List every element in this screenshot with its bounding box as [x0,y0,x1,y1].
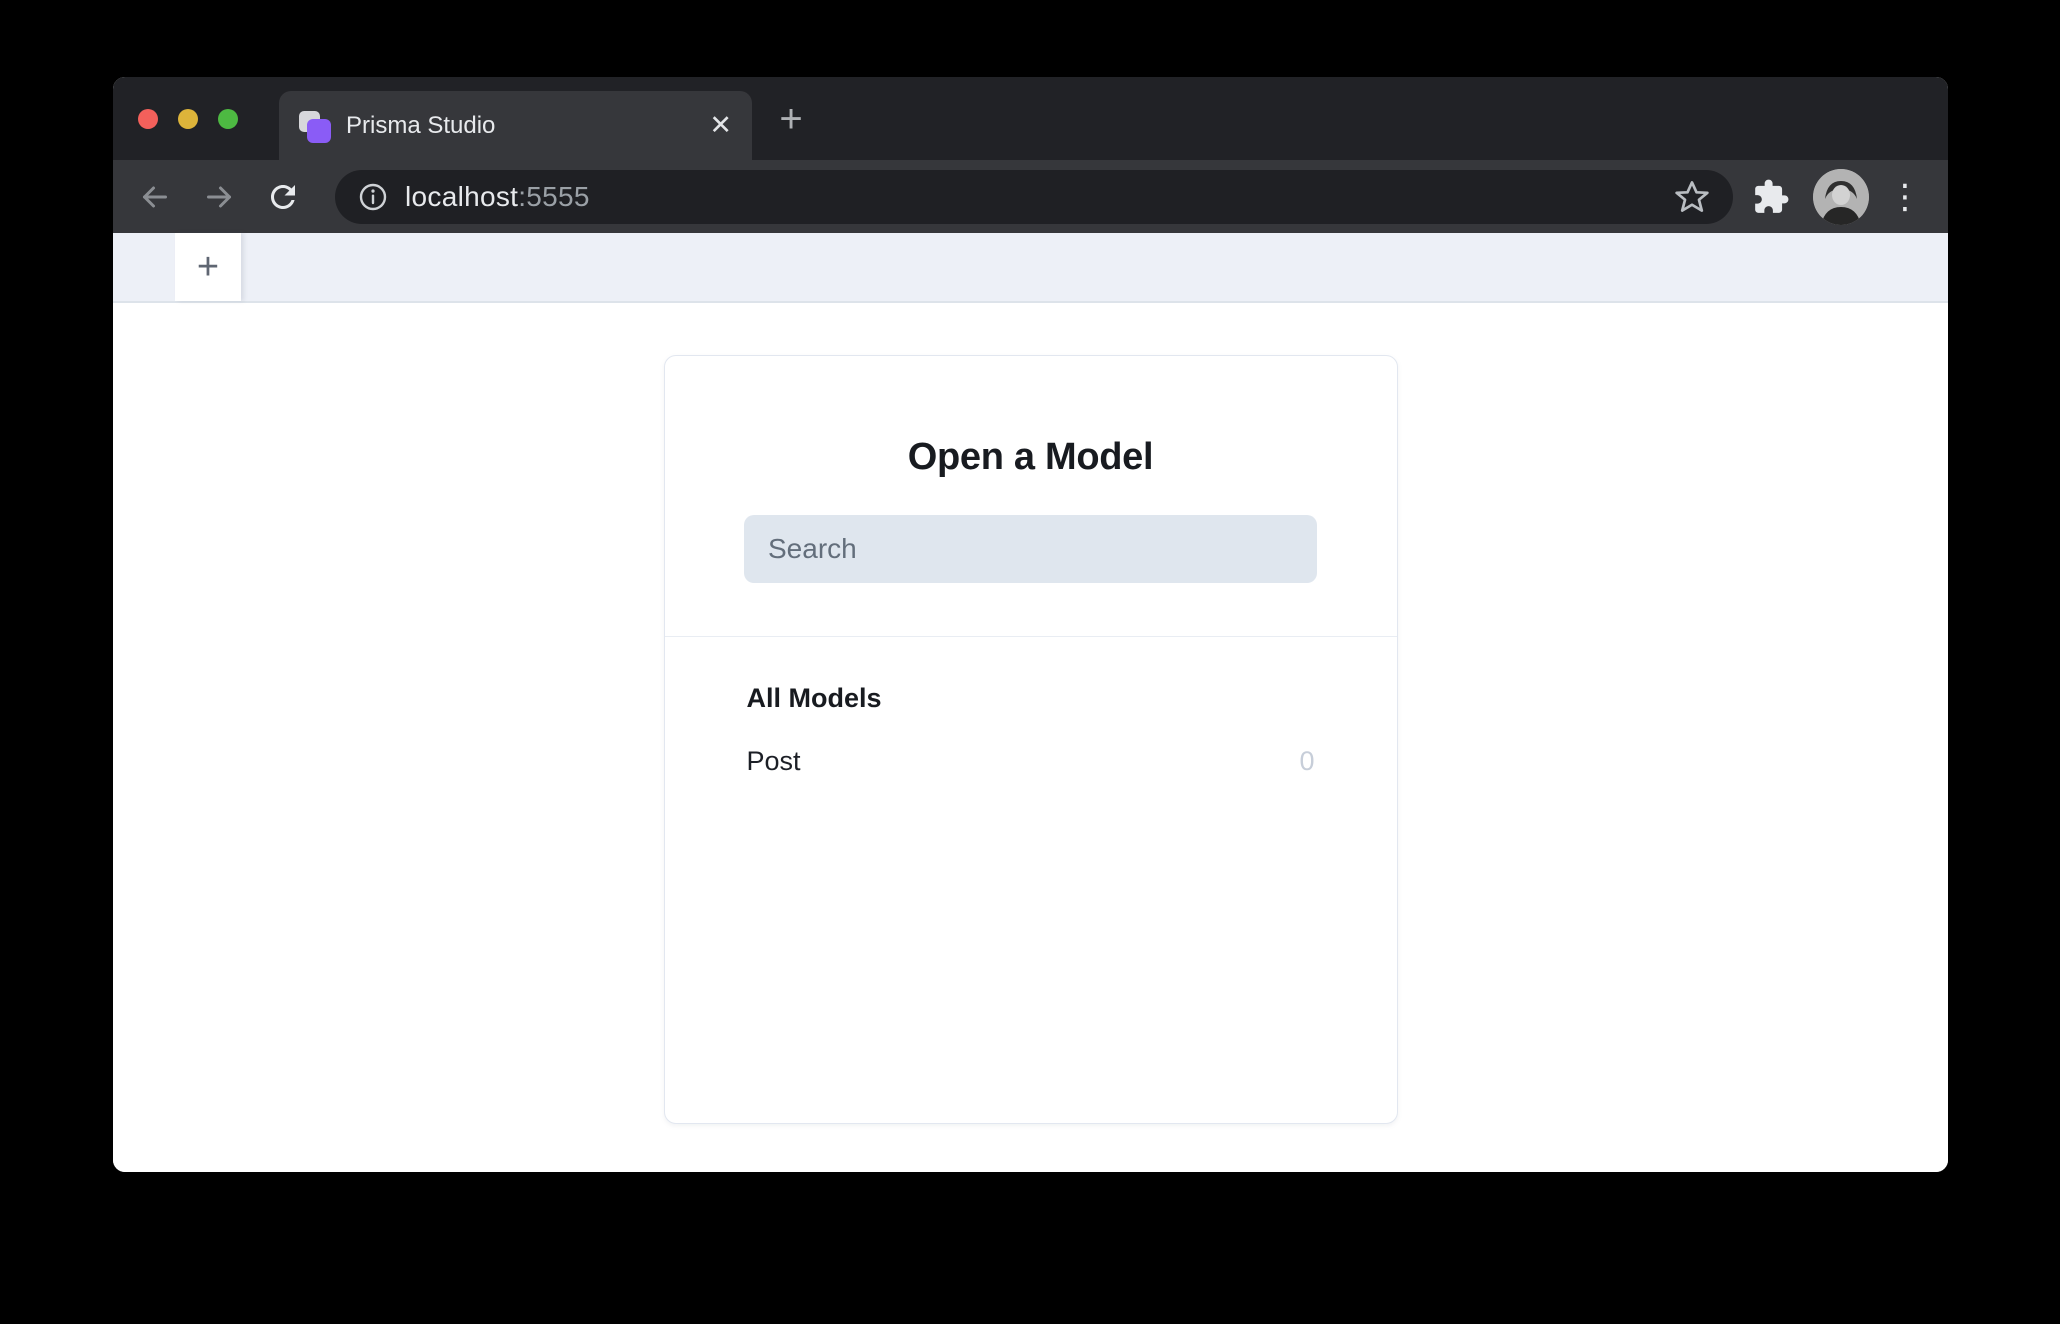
browser-toolbar: localhost:5555 ⋮ [113,160,1948,233]
prisma-logo-icon [299,109,331,143]
bookmark-star-icon[interactable] [1673,178,1711,216]
url-text: localhost:5555 [405,181,590,213]
back-button[interactable] [133,175,177,219]
browser-tab-prisma-studio[interactable]: Prisma Studio ✕ [279,91,752,160]
person-portrait-icon [1813,168,1869,225]
tab-close-icon[interactable]: ✕ [709,112,732,139]
back-arrow-icon [143,186,167,207]
desktop-background: Prisma Studio ✕ + localhost:5555 ⋮ + Ope… [0,0,2060,1324]
model-search-input[interactable] [744,515,1317,583]
site-info-icon[interactable] [357,181,389,213]
plus-icon: + [196,245,220,288]
window-controls [138,77,238,160]
window-zoom-button[interactable] [218,108,238,129]
card-header: Open a Model [664,356,1397,637]
extensions-puzzle-icon[interactable] [1749,175,1793,219]
all-models-heading: All Models [746,683,882,713]
studio-new-view-tab[interactable]: + [175,233,241,301]
url-host: localhost [405,180,519,212]
model-list-section: All Models Post 0 [665,637,1397,777]
tab-title: Prisma Studio [346,111,496,139]
model-count-badge: 0 [1299,746,1315,776]
reload-icon [270,184,295,209]
reload-button[interactable] [261,175,305,219]
url-port: :5555 [518,180,590,212]
open-model-card: Open a Model All Models Post 0 [663,355,1398,1124]
prisma-logo-front-square [307,118,331,143]
browser-window: Prisma Studio ✕ + localhost:5555 ⋮ + Ope… [113,77,1948,1172]
model-name: Post [746,746,801,776]
address-bar[interactable]: localhost:5555 [335,169,1733,224]
page-title: Open a Model [907,436,1154,478]
browser-tab-bar: Prisma Studio ✕ + [113,77,1948,160]
model-row-post[interactable]: Post 0 [747,746,1315,777]
studio-page: Open a Model All Models Post 0 [113,303,1948,1172]
forward-button[interactable] [197,175,241,219]
menu-kebab-icon[interactable]: ⋮ [1883,175,1927,219]
profile-avatar[interactable] [1813,168,1869,225]
window-minimize-button[interactable] [178,108,198,129]
forward-arrow-icon [207,186,231,207]
window-close-button[interactable] [138,108,158,129]
studio-tab-strip: + [113,233,1948,303]
new-tab-button[interactable]: + [767,95,815,143]
